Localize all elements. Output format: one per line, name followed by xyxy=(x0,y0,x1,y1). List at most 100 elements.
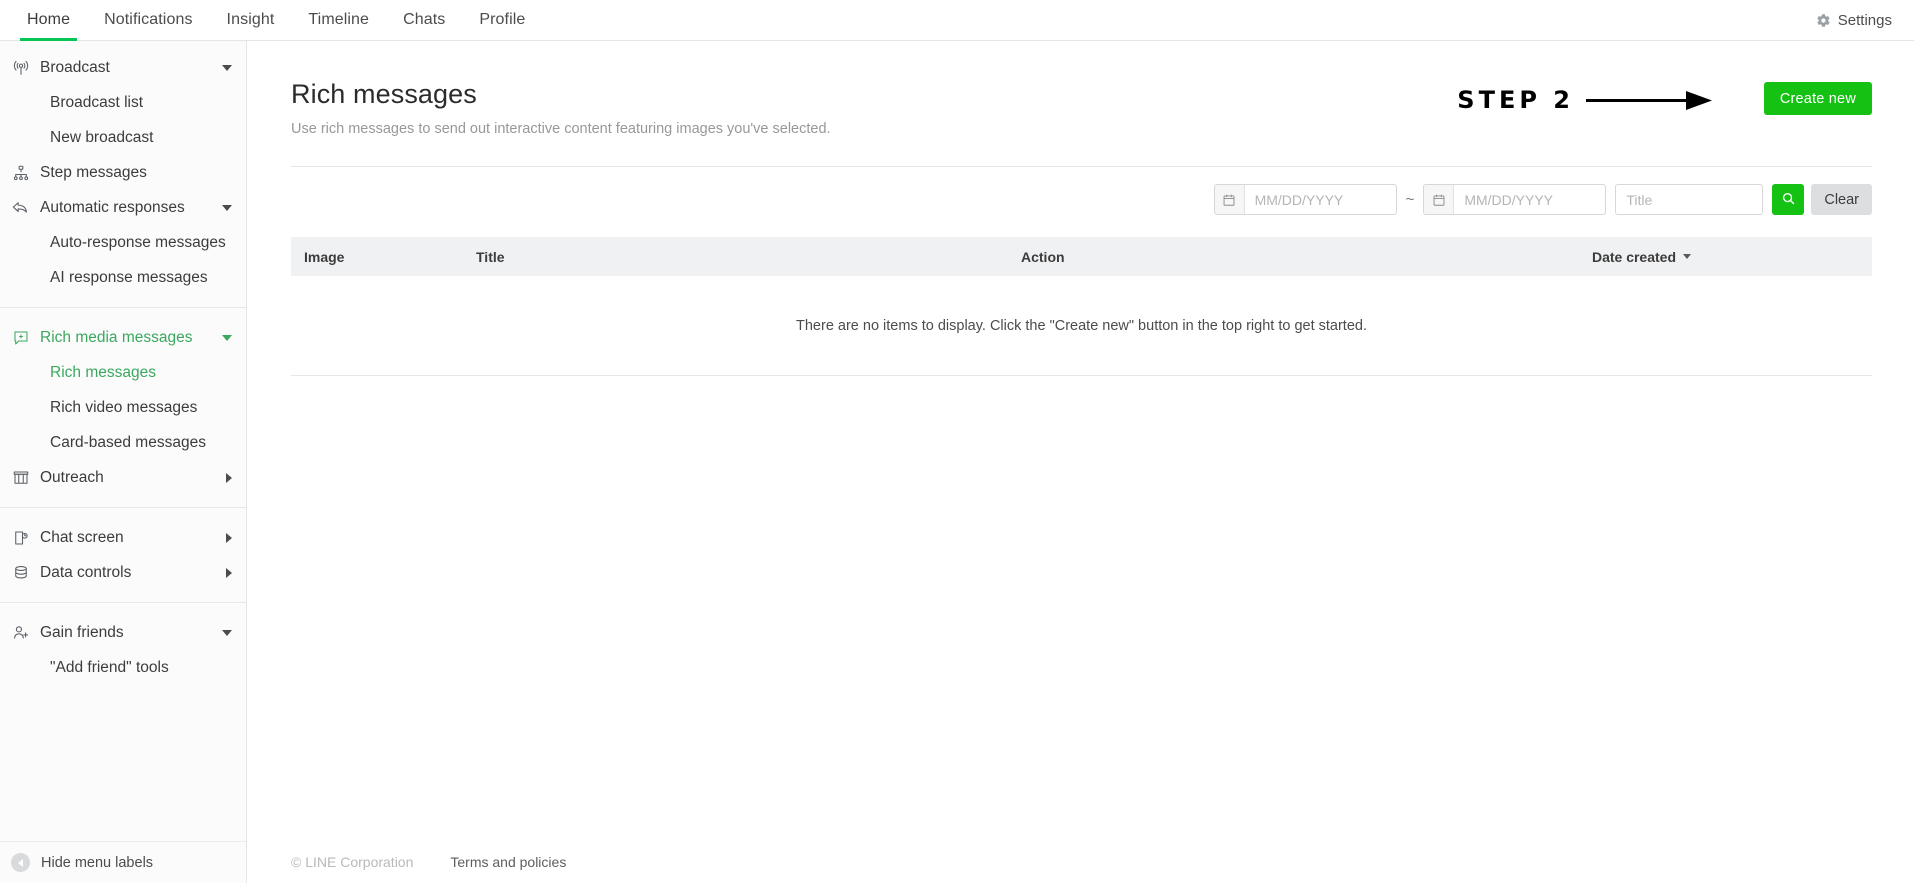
rich-messages-table: Image Title Action Date created There ar… xyxy=(291,237,1872,376)
column-header-date-created-label: Date created xyxy=(1592,249,1676,265)
hide-menu-labels-label: Hide menu labels xyxy=(41,855,153,871)
caret-down-icon xyxy=(1683,254,1691,259)
auto-response-icon xyxy=(11,198,30,217)
terms-and-policies-link[interactable]: Terms and policies xyxy=(450,854,566,870)
title-search-input[interactable] xyxy=(1615,184,1763,215)
nav-group-step-messages: Step messages xyxy=(0,155,246,190)
sidebar-item-auto-response-messages[interactable]: Auto-response messages xyxy=(0,225,246,260)
tab-home[interactable]: Home xyxy=(10,0,87,40)
main-content: Rich messages Use rich messages to send … xyxy=(247,41,1914,883)
date-from-field xyxy=(1214,184,1397,215)
search-button[interactable] xyxy=(1772,184,1804,215)
sidebar-item-rich-media-messages[interactable]: Rich media messages xyxy=(0,320,246,355)
sidebar-item-outreach[interactable]: Outreach xyxy=(0,460,246,495)
nav-group-rich-media-messages: Rich media messages Rich messages Rich v… xyxy=(0,307,246,460)
search-icon xyxy=(1781,191,1796,209)
rich-media-icon xyxy=(11,328,30,347)
sidebar-item-rich-video-messages[interactable]: Rich video messages xyxy=(0,390,246,425)
data-controls-icon xyxy=(11,563,30,582)
nav-group-automatic-responses: Automatic responses Auto-response messag… xyxy=(0,190,246,295)
tab-home-label: Home xyxy=(27,11,70,29)
tab-chats-label: Chats xyxy=(403,11,445,29)
chevron-left-icon xyxy=(11,853,30,872)
tab-timeline[interactable]: Timeline xyxy=(291,0,386,40)
sidebar: Broadcast Broadcast list New broadcast xyxy=(0,41,247,883)
sidebar-item-add-friend-tools-label: "Add friend" tools xyxy=(50,659,169,677)
sidebar-item-chat-screen-label: Chat screen xyxy=(40,529,226,547)
filter-bar: ~ Clear xyxy=(291,166,1872,215)
sidebar-item-ai-response-messages-label: AI response messages xyxy=(50,269,208,287)
sidebar-item-new-broadcast-label: New broadcast xyxy=(50,129,153,147)
page-description: Use rich messages to send out interactiv… xyxy=(291,121,1868,137)
sidebar-nav: Broadcast Broadcast list New broadcast xyxy=(0,41,246,841)
step-annotation-label: STEP 2 xyxy=(1457,86,1574,114)
chevron-right-icon[interactable] xyxy=(226,568,232,578)
tab-insight-label: Insight xyxy=(227,11,275,29)
date-from-input[interactable] xyxy=(1245,185,1396,214)
page-footer: © LINE Corporation Terms and policies xyxy=(247,841,1914,883)
create-new-button[interactable]: Create new xyxy=(1764,82,1872,115)
nav-group-data-controls: Data controls xyxy=(0,555,246,590)
sidebar-item-automatic-responses[interactable]: Automatic responses xyxy=(0,190,246,225)
broadcast-icon xyxy=(11,58,30,77)
nav-group-outreach: Outreach xyxy=(0,460,246,495)
sidebar-item-card-based-messages[interactable]: Card-based messages xyxy=(0,425,246,460)
sidebar-item-rich-messages-label: Rich messages xyxy=(50,364,156,382)
nav-group-broadcast: Broadcast Broadcast list New broadcast xyxy=(0,50,246,155)
chevron-right-icon[interactable] xyxy=(226,473,232,483)
clear-button[interactable]: Clear xyxy=(1811,184,1872,215)
copyright-text: © LINE Corporation xyxy=(291,854,413,870)
sidebar-item-step-messages-label: Step messages xyxy=(40,164,232,182)
date-range-separator: ~ xyxy=(1397,191,1424,208)
column-header-image: Image xyxy=(291,249,476,265)
tab-insight[interactable]: Insight xyxy=(210,0,292,40)
calendar-icon[interactable] xyxy=(1424,185,1454,214)
outreach-icon xyxy=(11,468,30,487)
sidebar-item-chat-screen[interactable]: Chat screen xyxy=(0,520,246,555)
sidebar-item-add-friend-tools[interactable]: "Add friend" tools xyxy=(0,650,246,685)
column-header-action: Action xyxy=(1021,249,1566,265)
chevron-right-icon[interactable] xyxy=(226,533,232,543)
page-header: Rich messages Use rich messages to send … xyxy=(247,41,1914,137)
chat-screen-icon xyxy=(11,528,30,547)
step-messages-icon xyxy=(11,163,30,182)
sidebar-item-gain-friends[interactable]: Gain friends xyxy=(0,615,246,650)
sidebar-item-broadcast-list-label: Broadcast list xyxy=(50,94,143,112)
tab-profile[interactable]: Profile xyxy=(462,0,542,40)
sidebar-item-outreach-label: Outreach xyxy=(40,469,226,487)
sidebar-item-step-messages[interactable]: Step messages xyxy=(0,155,246,190)
sidebar-item-automatic-responses-label: Automatic responses xyxy=(40,199,222,217)
chevron-down-icon[interactable] xyxy=(222,630,232,636)
tab-notifications[interactable]: Notifications xyxy=(87,0,209,40)
tab-chats[interactable]: Chats xyxy=(386,0,462,40)
table-empty-state: There are no items to display. Click the… xyxy=(291,276,1872,376)
sidebar-item-rich-messages[interactable]: Rich messages xyxy=(0,355,246,390)
sidebar-item-card-based-messages-label: Card-based messages xyxy=(50,434,206,452)
chevron-down-icon[interactable] xyxy=(222,205,232,211)
tab-notifications-label: Notifications xyxy=(104,11,192,29)
sidebar-item-auto-response-messages-label: Auto-response messages xyxy=(50,234,226,252)
nav-group-chat-screen: Chat screen xyxy=(0,507,246,555)
column-header-date-created[interactable]: Date created xyxy=(1566,249,1872,265)
sidebar-item-data-controls[interactable]: Data controls xyxy=(0,555,246,590)
calendar-icon[interactable] xyxy=(1215,185,1245,214)
chevron-down-icon[interactable] xyxy=(222,335,232,341)
settings-button[interactable]: Settings xyxy=(1816,0,1914,40)
sidebar-item-broadcast-label: Broadcast xyxy=(40,59,222,77)
top-nav-tabs: Home Notifications Insight Timeline Chat… xyxy=(0,0,542,40)
sidebar-item-broadcast-list[interactable]: Broadcast list xyxy=(0,85,246,120)
date-to-input[interactable] xyxy=(1454,185,1605,214)
table-header-row: Image Title Action Date created xyxy=(291,237,1872,276)
gear-icon xyxy=(1816,13,1831,28)
sidebar-item-rich-video-messages-label: Rich video messages xyxy=(50,399,197,417)
settings-label: Settings xyxy=(1838,12,1892,29)
top-navigation-bar: Home Notifications Insight Timeline Chat… xyxy=(0,0,1914,41)
hide-menu-labels-button[interactable]: Hide menu labels xyxy=(0,841,246,883)
sidebar-item-data-controls-label: Data controls xyxy=(40,564,226,582)
chevron-down-icon[interactable] xyxy=(222,65,232,71)
sidebar-item-ai-response-messages[interactable]: AI response messages xyxy=(0,260,246,295)
sidebar-item-new-broadcast[interactable]: New broadcast xyxy=(0,120,246,155)
column-header-title: Title xyxy=(476,249,1021,265)
sidebar-item-broadcast[interactable]: Broadcast xyxy=(0,50,246,85)
right-arrow-icon xyxy=(1574,88,1714,112)
